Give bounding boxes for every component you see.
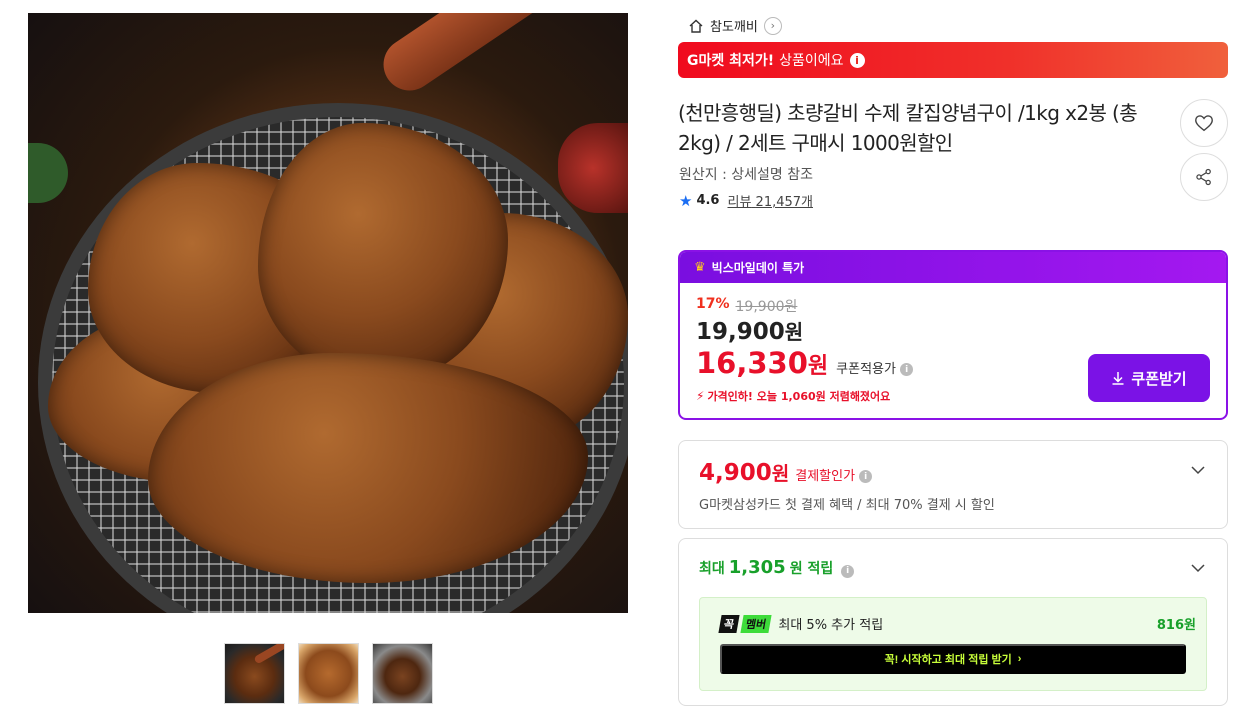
garnish-leaf [28, 143, 68, 203]
store-name[interactable]: 참도깨비 [710, 16, 758, 35]
points-suffix: 원 적립 [789, 561, 834, 577]
coupon-price-label: 쿠폰적용가 i [836, 358, 914, 377]
home-icon [688, 18, 704, 34]
chevron-right-icon[interactable]: › [763, 16, 782, 35]
chevron-down-icon[interactable] [1191, 561, 1205, 575]
points-amount: 1,305 [728, 557, 786, 578]
payment-discount-value: 4,900 [699, 460, 772, 486]
banner-bold-text: G마켓 최저가! [687, 53, 775, 69]
sale-price-value: 19,900 [696, 319, 785, 345]
get-coupon-label: 쿠폰받기 [1131, 370, 1187, 388]
thumbnail-3[interactable] [372, 643, 433, 704]
garnish-pepper [558, 123, 628, 213]
payment-discount-unit: 원 [771, 463, 790, 485]
share-button[interactable] [1180, 153, 1228, 201]
review-count: 21,457개 [755, 195, 813, 210]
coupon-price-row: 16,330원 쿠폰적용가 i [696, 346, 914, 380]
member-logo: 멤버 [740, 614, 772, 633]
member-logo: 꼭 [718, 614, 740, 633]
payment-discount-desc: G마켓삼성카드 첫 결제 혜택 / 최대 70% 결제 시 할인 [699, 498, 995, 513]
payment-discount-label: 결제할인가 i [795, 465, 873, 484]
payment-discount-card[interactable]: 4,900원 결제할인가 i G마켓삼성카드 첫 결제 혜택 / 최대 70% … [678, 440, 1228, 529]
points-card: 최대 1,305 원 적립 i 꼭 멤버 최대 5% 추가 적립 816원 꼭!… [678, 538, 1228, 706]
points-row: 최대 1,305 원 적립 i [699, 557, 855, 578]
chevron-down-icon[interactable] [1191, 463, 1205, 477]
like-button[interactable] [1180, 99, 1228, 147]
member-tag: 꼭 멤버 최대 5% 추가 적립 [718, 614, 884, 633]
info-icon[interactable]: i [841, 564, 855, 578]
thumbnail-1[interactable] [224, 643, 285, 704]
review-label: 리뷰 [727, 195, 752, 210]
bolt-icon: ⚡ [696, 389, 705, 403]
download-icon [1112, 372, 1124, 385]
wooden-tongs [373, 13, 619, 101]
get-coupon-button[interactable]: 쿠폰받기 [1088, 354, 1210, 402]
star-icon: ★ [679, 191, 693, 210]
member-benefit-box: 꼭 멤버 최대 5% 추가 적립 816원 꼭! 시작하고 최대 적립 받기 › [699, 597, 1207, 691]
lowest-price-banner: G마켓 최저가! 상품이에요 i [678, 42, 1228, 78]
coupon-price-value: 16,330 [696, 346, 808, 380]
sale-price: 19,900원 [696, 316, 803, 345]
price-drop-notice: ⚡ 가격인하! 오늘 1,060원 저렴해졌어요 [696, 388, 890, 404]
payment-discount-row: 4,900원 결제할인가 i [699, 459, 873, 486]
price-drop-text: 가격인하! 오늘 1,060원 저렴해졌어요 [707, 390, 891, 403]
rating-score: 4.6 [696, 193, 720, 208]
info-icon[interactable]: i [849, 52, 865, 68]
crown-icon: ♛ [694, 260, 706, 275]
thumbnail-2[interactable] [298, 643, 359, 704]
member-text: 최대 5% 추가 적립 [778, 618, 884, 633]
heart-icon [1195, 115, 1213, 132]
discount-row: 17% 19,900원 [696, 296, 797, 316]
origin-info: 원산지 : 상세설명 참조 [679, 167, 813, 183]
share-icon [1196, 168, 1211, 186]
banner-text: 상품이에요 [779, 53, 844, 69]
product-title: (천만흥행딜) 초량갈비 수제 칼집양념구이 /1kg x2봉 (총2kg) /… [678, 101, 1138, 155]
sale-price-unit: 원 [784, 320, 804, 344]
info-icon[interactable]: i [859, 470, 873, 483]
rating-row: ★ 4.6 리뷰 21,457개 [679, 191, 813, 211]
discount-rate: 17% [696, 296, 730, 312]
promo-header: ♛ 빅스마일데이 특가 [680, 252, 1226, 283]
thumbnail-list [224, 643, 433, 704]
chevron-right-icon: › [1017, 653, 1022, 665]
member-points: 816원 [1156, 618, 1196, 633]
info-icon[interactable]: i [900, 363, 914, 376]
member-start-button[interactable]: 꼭! 시작하고 최대 적립 받기 › [720, 644, 1186, 674]
promo-price-card: ♛ 빅스마일데이 특가 17% 19,900원 19,900원 16,330원 … [678, 250, 1228, 420]
coupon-price-unit: 원 [807, 354, 829, 379]
promo-badge: 빅스마일데이 특가 [711, 261, 805, 275]
product-main-image[interactable] [28, 13, 628, 613]
store-link[interactable]: 참도깨비 › [688, 16, 782, 35]
member-start-label: 꼭! 시작하고 최대 적립 받기 [884, 654, 1012, 666]
original-price: 19,900원 [735, 299, 798, 315]
points-prefix: 최대 [699, 561, 725, 577]
review-link[interactable]: 리뷰 21,457개 [727, 191, 813, 210]
